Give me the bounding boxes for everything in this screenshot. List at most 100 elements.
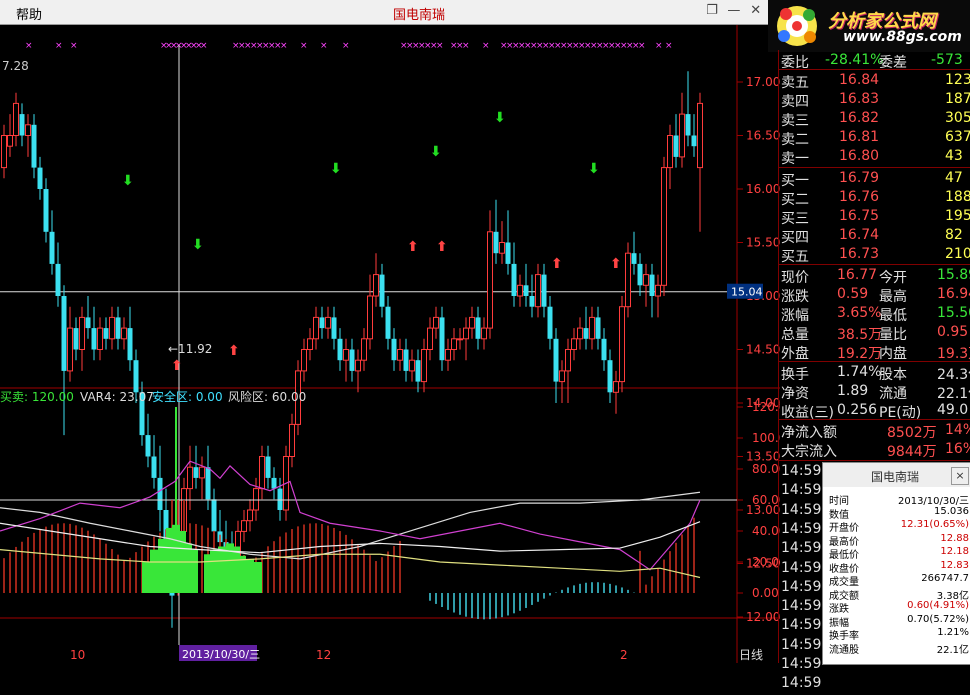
buy-arrow-icon: ⬆ bbox=[551, 256, 563, 272]
candlestick bbox=[349, 338, 355, 382]
candlestick bbox=[655, 274, 661, 318]
popup-row: 成交额 3.38亿 bbox=[823, 587, 970, 602]
signal-mark: × bbox=[70, 41, 78, 51]
popup-row: 数值 15.036 bbox=[823, 505, 970, 521]
popup-row: 收盘价 12.83 bbox=[823, 560, 970, 575]
popup-key: 流通股 bbox=[829, 644, 859, 656]
candlestick bbox=[397, 338, 403, 371]
popup-row: 时间 2013/10/30/三 bbox=[823, 492, 970, 507]
candlestick bbox=[253, 477, 259, 521]
x-axis-label: 10 bbox=[70, 648, 85, 662]
popup-row: 最高价 12.88 bbox=[823, 532, 970, 548]
buy-zone-block bbox=[238, 555, 246, 593]
data-popup[interactable]: 国电南瑞 × 时间 2013/10/30/三 数值 15.036 开盘价 12.31(0.… bbox=[822, 462, 970, 665]
quote-text: 0.256 bbox=[837, 402, 878, 418]
buy-zone-block bbox=[190, 549, 198, 593]
quote-text: 总量 bbox=[781, 327, 809, 343]
kline-chart[interactable]: 17.0016.5016.0015.5015.0014.5014.0013.50… bbox=[0, 25, 780, 663]
candlestick bbox=[535, 263, 541, 318]
candlestick bbox=[115, 306, 121, 350]
quote-text: 今开 bbox=[879, 270, 907, 286]
candlestick bbox=[307, 328, 313, 361]
candlestick bbox=[247, 499, 253, 532]
candlestick bbox=[277, 477, 283, 521]
buy-zone-block bbox=[150, 549, 158, 593]
popup-value: 0.60(4.91%) bbox=[907, 600, 969, 611]
candlestick bbox=[373, 253, 379, 307]
candlestick bbox=[13, 92, 19, 147]
buy-zone-block bbox=[254, 562, 262, 593]
quote-text: 内盘 bbox=[879, 346, 907, 362]
quote-text: 卖五 bbox=[781, 75, 809, 91]
signal-mark: × bbox=[320, 41, 328, 51]
ask-row: 卖一 16.80 43 bbox=[779, 148, 970, 168]
quote-text: 16.83 bbox=[839, 91, 880, 107]
candlestick bbox=[79, 306, 85, 371]
restore-icon[interactable]: ❐ bbox=[703, 2, 721, 20]
candlestick bbox=[649, 263, 655, 318]
quote-text: 14:59 bbox=[781, 656, 822, 672]
popup-title-bar[interactable]: 国电南瑞 × bbox=[823, 463, 970, 487]
quote-text: 换手 bbox=[781, 367, 809, 383]
candlestick bbox=[637, 253, 643, 296]
quote-text: 38.5万 bbox=[837, 327, 883, 343]
quote-text: -28.41% bbox=[825, 52, 884, 68]
signal-mark: × bbox=[436, 41, 444, 51]
close-icon[interactable]: ✕ bbox=[747, 2, 765, 20]
popup-value: 15.036 bbox=[934, 505, 969, 517]
flow-row: 大宗流入 9844万 16% bbox=[779, 441, 970, 461]
popup-close-icon[interactable]: × bbox=[951, 467, 969, 485]
popup-title: 国电南瑞 bbox=[871, 470, 920, 484]
candlestick bbox=[565, 338, 571, 403]
quote-text: 195 bbox=[945, 208, 970, 224]
candlestick bbox=[415, 349, 421, 393]
popup-row: 振幅 0.70(5.72%) bbox=[823, 614, 970, 629]
stat-row: 换手 1.74%股本 24.3亿 bbox=[779, 364, 970, 384]
popup-row: 涨跌 0.60(4.91%) bbox=[823, 600, 970, 615]
quote-text: 最高 bbox=[879, 289, 907, 305]
stat-row: 现价 16.77今开 15.89 bbox=[779, 267, 970, 287]
price-axis-label: 12.00 bbox=[746, 610, 780, 624]
quote-text: 16.77 bbox=[837, 267, 878, 283]
quote-text: 买三 bbox=[781, 211, 809, 227]
candlestick bbox=[301, 338, 307, 382]
quote-text: 流通 bbox=[879, 386, 907, 402]
candlestick bbox=[241, 510, 247, 543]
candlestick bbox=[199, 456, 205, 500]
sell-arrow-icon: ⬇ bbox=[588, 161, 600, 177]
quote-text: 量比 bbox=[879, 327, 907, 343]
candlestick bbox=[613, 370, 619, 414]
candlestick bbox=[97, 317, 103, 361]
menu-help[interactable]: 帮助 bbox=[16, 4, 42, 23]
ask-row: 卖四 16.83 187 bbox=[779, 91, 970, 111]
quote-text: 买四 bbox=[781, 230, 809, 246]
quote-text: 9844万 bbox=[887, 444, 937, 460]
candlestick bbox=[571, 328, 577, 361]
candlestick bbox=[121, 317, 127, 350]
indicator-axis-label: 120.00 bbox=[752, 400, 780, 414]
candlestick bbox=[91, 306, 97, 361]
quote-text: 14:59 bbox=[781, 463, 822, 479]
candlestick bbox=[313, 306, 319, 350]
candlestick bbox=[259, 445, 265, 500]
quote-text: 188 bbox=[945, 189, 970, 205]
candlestick bbox=[7, 114, 13, 157]
buy-zone-block bbox=[210, 549, 218, 593]
risk-value-line bbox=[0, 460, 701, 571]
quote-text: 16.82 bbox=[839, 110, 880, 126]
popup-value: 12.88 bbox=[940, 532, 969, 544]
minimize-icon[interactable]: — bbox=[725, 2, 743, 20]
price-axis-label: 15.50 bbox=[746, 236, 780, 250]
quote-text: 305 bbox=[945, 110, 970, 126]
candlestick bbox=[661, 156, 667, 296]
quote-text: 14:59 bbox=[781, 617, 822, 634]
candlestick bbox=[427, 317, 433, 361]
popup-value: 1.21% bbox=[937, 627, 969, 638]
candlestick bbox=[421, 338, 427, 393]
candlestick bbox=[433, 306, 439, 339]
candlestick bbox=[43, 178, 49, 243]
candlestick bbox=[451, 328, 457, 361]
candlestick bbox=[523, 263, 529, 307]
quote-text: 0.95 bbox=[937, 324, 969, 340]
candlestick bbox=[439, 306, 445, 371]
